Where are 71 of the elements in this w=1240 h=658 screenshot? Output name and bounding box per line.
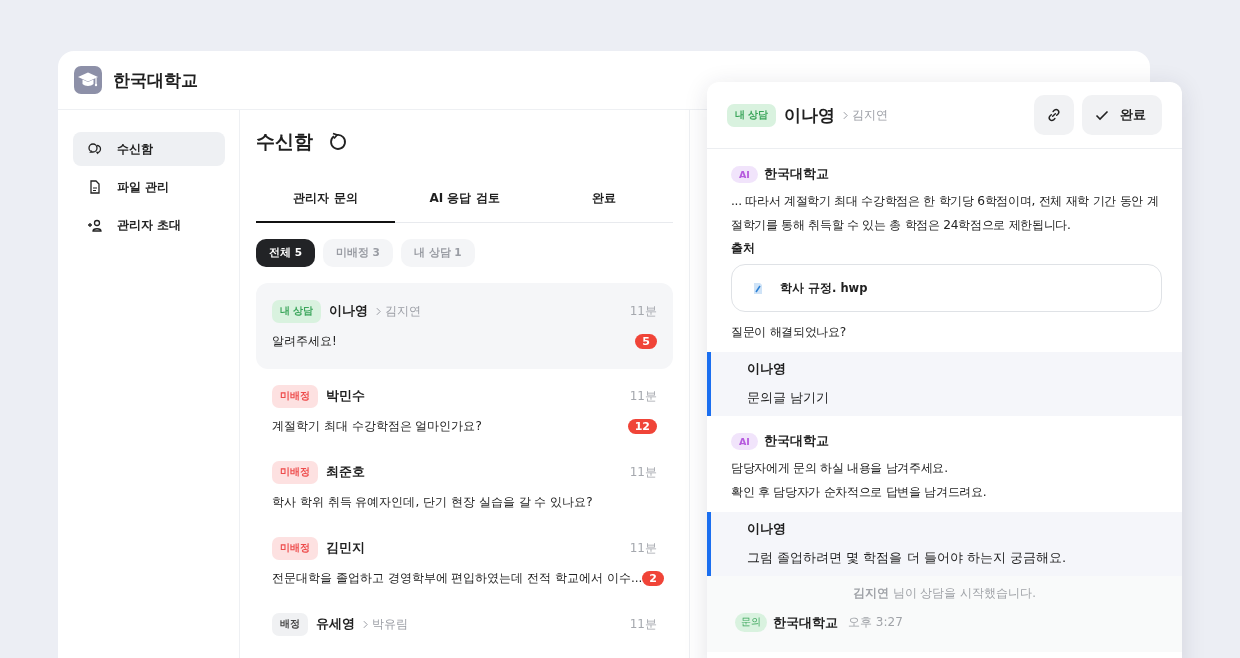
assignee-name: 김지연 <box>852 107 889 123</box>
document-icon <box>87 179 103 195</box>
complete-button[interactable]: 완료 <box>1082 95 1162 135</box>
customer-name: 이나영 <box>784 103 836 127</box>
customer-name: 유세영 <box>316 616 355 633</box>
time-text: 오후 3:27 <box>848 614 903 631</box>
assignee-name: 김지연 <box>385 304 422 319</box>
message-text: ... 따라서 계절학기 최대 수강학점은 한 학기당 6학점이며, 전체 재학 기간 동안 계절학기를 통해 취득할 수 있는 총 학점은 24학점으로 제한됩니다. <box>731 193 1160 234</box>
tab[interactable]: 관리자 문의 <box>256 176 395 223</box>
unread-count: 12 <box>627 419 657 434</box>
inquiry-badge: 문의 <box>735 613 767 632</box>
sidebar-item[interactable]: 관리자 초대 <box>73 208 225 242</box>
chevron-right-icon <box>843 110 849 120</box>
link-icon <box>1045 106 1063 124</box>
message-preview: 계절학기 최대 수강학점은 얼마인가요? <box>272 418 482 435</box>
sidebar-item[interactable]: 파일 관리 <box>73 170 225 204</box>
chevron-right-icon <box>363 620 368 629</box>
chevron-right-icon <box>376 307 382 316</box>
tab[interactable]: AI 응답 검토 <box>395 176 534 223</box>
add-user-icon <box>87 217 103 233</box>
status-tag: 내 상담 <box>727 103 777 127</box>
sender-name: 한국대학교 <box>763 165 829 183</box>
sender-name: 한국대학교 <box>763 432 829 450</box>
sidebar-item[interactable]: 수신함 <box>73 132 225 166</box>
unread-count: 5 <box>635 334 657 349</box>
conversation-item[interactable]: 미배정 김민지 11분 전문대학을 졸업하고 경영학부에 편입하였는데 전적 학교에서 이수... 2 <box>256 523 673 597</box>
chat-bubbles-icon <box>87 141 103 157</box>
message-text: 확인 후 담당자가 순차적으로 답변을 남겨드려요. <box>731 484 988 501</box>
status-tag: 미배정 <box>272 385 318 408</box>
assignee-name: 박유림 <box>372 617 408 632</box>
ai-badge: AI <box>731 432 758 450</box>
unread-count: 2 <box>642 571 664 586</box>
conversation-item[interactable]: 내 상담 이나영 김지연 11분 알려주세요! 5 <box>256 283 673 369</box>
time-text: 11분 <box>629 616 657 633</box>
message-preview: 학사 학위 취득 유예자인데, 단기 현장 실습을 갈 수 있나요? <box>272 494 593 511</box>
status-tag: 내 상담 <box>272 300 322 323</box>
sender-name: 이나영 <box>747 520 787 538</box>
conversation-item[interactable]: 미배정 박민수 11분 계절학기 최대 수강학점은 얼마인가요? 12 <box>256 371 673 445</box>
source-label: 출처 <box>731 241 756 256</box>
brand-name: 한국대학교 <box>113 68 198 92</box>
message-text: 담당자에게 문의 하실 내용을 남겨주세요. <box>731 460 949 477</box>
conversation-item[interactable]: 배정 유세영 박유림 11분 <box>256 599 673 658</box>
source-file-card[interactable]: 학사 규정. hwp <box>731 264 1162 312</box>
conversation-item[interactable]: 미배정 최준호 11분 학사 학위 취득 유예자인데, 단기 현장 실습을 갈 수 있나요? <box>256 447 673 521</box>
customer-name: 김민지 <box>326 540 365 557</box>
message-text: 질문이 해결되었나요? <box>731 324 848 341</box>
sender-name: 이나영 <box>747 360 787 378</box>
message-text: 그럼 졸업하려면 몇 학점을 더 들어야 하는지 궁금해요. <box>747 549 1068 567</box>
file-name: 학사 규정. hwp <box>780 280 868 296</box>
status-tag: 미배정 <box>272 461 318 484</box>
customer-name: 박민수 <box>326 388 365 405</box>
time-text: 11분 <box>629 388 657 405</box>
time-text: 11분 <box>629 303 657 320</box>
link-button[interactable] <box>1034 95 1074 135</box>
filter-chip[interactable]: 전체 5 <box>256 239 315 267</box>
message-preview: 알려주세요! <box>272 333 337 350</box>
status-tag: 미배정 <box>272 537 318 560</box>
sender-name: 한국대학교 <box>773 613 838 632</box>
customer-name: 이나영 <box>329 303 369 320</box>
tab[interactable]: 완료 <box>534 176 673 223</box>
message-text: 문의글 남기기 <box>747 389 831 407</box>
customer-name: 최준호 <box>326 464 365 481</box>
time-text: 11분 <box>629 464 657 481</box>
ai-badge: AI <box>731 165 758 183</box>
refresh-icon[interactable] <box>327 132 347 152</box>
status-tag: 배정 <box>272 613 308 636</box>
message-preview: 전문대학을 졸업하고 경영학부에 편입하였는데 전적 학교에서 이수... <box>272 570 643 587</box>
system-notice: 김지연 님이 상담을 시작했습니다. <box>853 586 1036 600</box>
time-text: 11분 <box>629 540 657 557</box>
graduation-cap-icon <box>74 66 102 94</box>
page-title: 수신함 <box>256 129 313 154</box>
